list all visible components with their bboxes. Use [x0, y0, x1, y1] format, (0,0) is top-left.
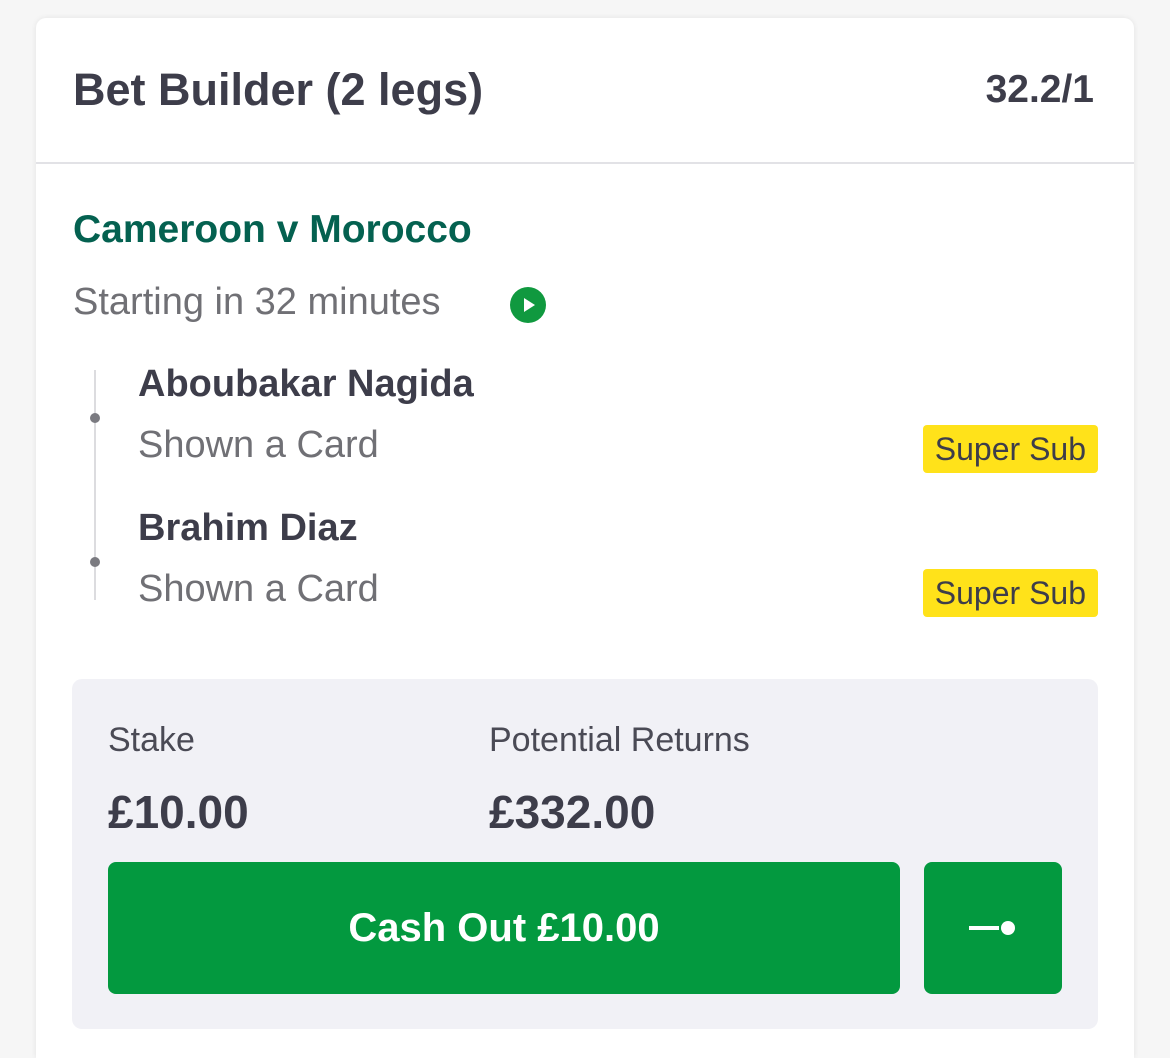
- bet-odds: 32.2/1: [985, 68, 1094, 111]
- event-status: Starting in 32 minutes: [73, 281, 441, 323]
- leg-market: Shown a Card: [138, 568, 379, 610]
- potential-returns-label: Potential Returns: [489, 721, 750, 759]
- leg-dot: [90, 557, 100, 567]
- super-sub-badge: Super Sub: [922, 569, 1098, 617]
- stake-panel: Stake Potential Returns £10.00 £332.00 C…: [72, 679, 1098, 1029]
- partial-cashout-button[interactable]: [924, 862, 1062, 994]
- leg-dot: [90, 413, 100, 423]
- potential-returns-value: £332.00: [489, 786, 656, 838]
- leg-market: Shown a Card: [138, 424, 379, 466]
- stake-value: £10.00: [108, 786, 249, 838]
- play-circle-icon: [510, 287, 546, 323]
- leg-player-name: Brahim Diaz: [138, 507, 358, 549]
- stake-label: Stake: [108, 721, 195, 759]
- bet-title: Bet Builder (2 legs): [73, 64, 484, 115]
- super-sub-badge: Super Sub: [922, 425, 1098, 473]
- slider-icon: [969, 921, 1017, 935]
- leg-player-name: Aboubakar Nagida: [138, 363, 474, 405]
- event-name[interactable]: Cameroon v Morocco: [73, 208, 472, 252]
- bet-card: Bet Builder (2 legs) 32.2/1 Cameroon v M…: [36, 18, 1134, 1058]
- bet-header[interactable]: Bet Builder (2 legs) 32.2/1: [36, 18, 1134, 164]
- cash-out-button[interactable]: Cash Out £10.00: [108, 862, 900, 994]
